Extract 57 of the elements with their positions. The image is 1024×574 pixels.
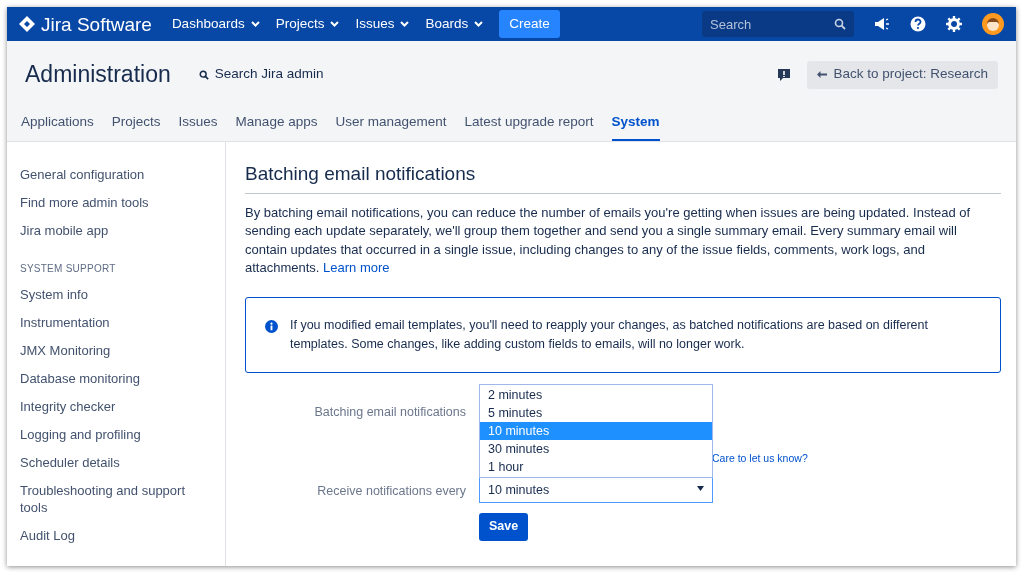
navigation-tab[interactable]: Issues — [178, 111, 218, 141]
dropdown-arrow-icon — [697, 486, 704, 491]
sidebar-link[interactable]: Integrity checker — [20, 392, 212, 420]
feedback-icon[interactable] — [777, 67, 792, 82]
sidebar-link[interactable]: JMX Monitoring — [20, 336, 212, 364]
navigation-tab[interactable]: Latest upgrade report — [464, 111, 594, 141]
chevron-down-icon — [330, 21, 340, 27]
page-title: Administration — [25, 60, 171, 90]
navigation-tab[interactable]: User management — [335, 111, 447, 141]
megaphone-icon[interactable] — [874, 17, 890, 31]
product-logo-text: Jira Software — [41, 14, 152, 34]
admin-search-link[interactable]: Search Jira admin — [198, 64, 324, 85]
dropdown-option[interactable]: 2 minutes — [480, 385, 712, 404]
avatar-icon[interactable] — [982, 13, 1004, 35]
dropdown-option[interactable]: 30 minutes — [480, 439, 712, 458]
nav-menu-item[interactable]: Boards — [425, 13, 484, 35]
info-message-text: If you modified email templates, you'll need to reapply your changes, as batched notifications are based on different templates. Some changes, like adding custom fields to emails, will no longer work. — [290, 316, 929, 353]
search-field[interactable]: Search — [702, 11, 854, 37]
sidebar-link[interactable]: System info — [20, 280, 212, 308]
search-icon — [834, 18, 846, 30]
sidebar-link[interactable]: General configuration — [20, 160, 212, 188]
save-button[interactable]: Save — [479, 512, 529, 541]
sidebar-link[interactable]: Find more admin tools — [20, 188, 212, 216]
sidebar-link[interactable]: Audit Log — [20, 521, 212, 549]
help-icon[interactable] — [910, 16, 926, 32]
nav-menu-item[interactable]: Dashboards — [171, 13, 260, 35]
sidebar-link[interactable]: Logging and profiling — [20, 420, 212, 448]
dropdown-option[interactable]: 5 minutes — [480, 403, 712, 422]
sidebar-link[interactable]: Instrumentation — [20, 308, 212, 336]
chevron-down-icon — [250, 21, 260, 27]
navigation-tab[interactable]: Manage apps — [235, 111, 318, 141]
learn-more-link[interactable]: Learn more — [323, 260, 390, 275]
description-paragraph: By batching email notifications, you can reduce the number of emails you're getting when issues are being updated. Instead of sending each update separately, we'll group them together and send you a single summary email. Every summary email will contain updates that occurred in a single issue, including changes to any of the issue fields, comments, work logs, and attachments. Learn more — [245, 203, 972, 277]
back-arrow-icon — [817, 71, 828, 78]
sidebar-link[interactable]: Troubleshooting and support tools — [20, 476, 212, 521]
navigation-tab[interactable]: System — [611, 111, 660, 141]
back-to-project-button[interactable]: Back to project: Research — [807, 60, 998, 89]
section-heading: Batching email notifications — [245, 160, 1001, 194]
sidebar-link[interactable]: Scheduler details — [20, 448, 212, 476]
field-label: Batching email notifications — [314, 403, 466, 421]
feedback-link[interactable]: Care to let us know? — [712, 450, 808, 467]
sidebar-section-heading: SYSTEM SUPPORT — [20, 262, 117, 276]
info-icon — [265, 319, 278, 333]
diamond-logo-icon — [19, 16, 35, 32]
navigation-tab[interactable]: Applications — [21, 111, 94, 141]
chevron-down-icon — [400, 21, 410, 27]
dropdown-option[interactable]: 1 hour — [480, 457, 712, 476]
nav-menu-item[interactable]: Projects — [275, 13, 340, 35]
nav-menu-item[interactable]: Issues — [355, 13, 410, 35]
sidebar-link[interactable]: Database monitoring — [20, 364, 212, 392]
field-label: Receive notifications every — [317, 482, 466, 500]
search-icon — [198, 69, 209, 80]
settings-icon[interactable] — [946, 16, 962, 32]
chevron-down-icon — [474, 21, 484, 27]
sidebar-link[interactable]: Jira mobile app — [20, 216, 212, 244]
create-button[interactable]: Create — [499, 10, 560, 38]
navigation-tab[interactable]: Projects — [111, 111, 161, 141]
